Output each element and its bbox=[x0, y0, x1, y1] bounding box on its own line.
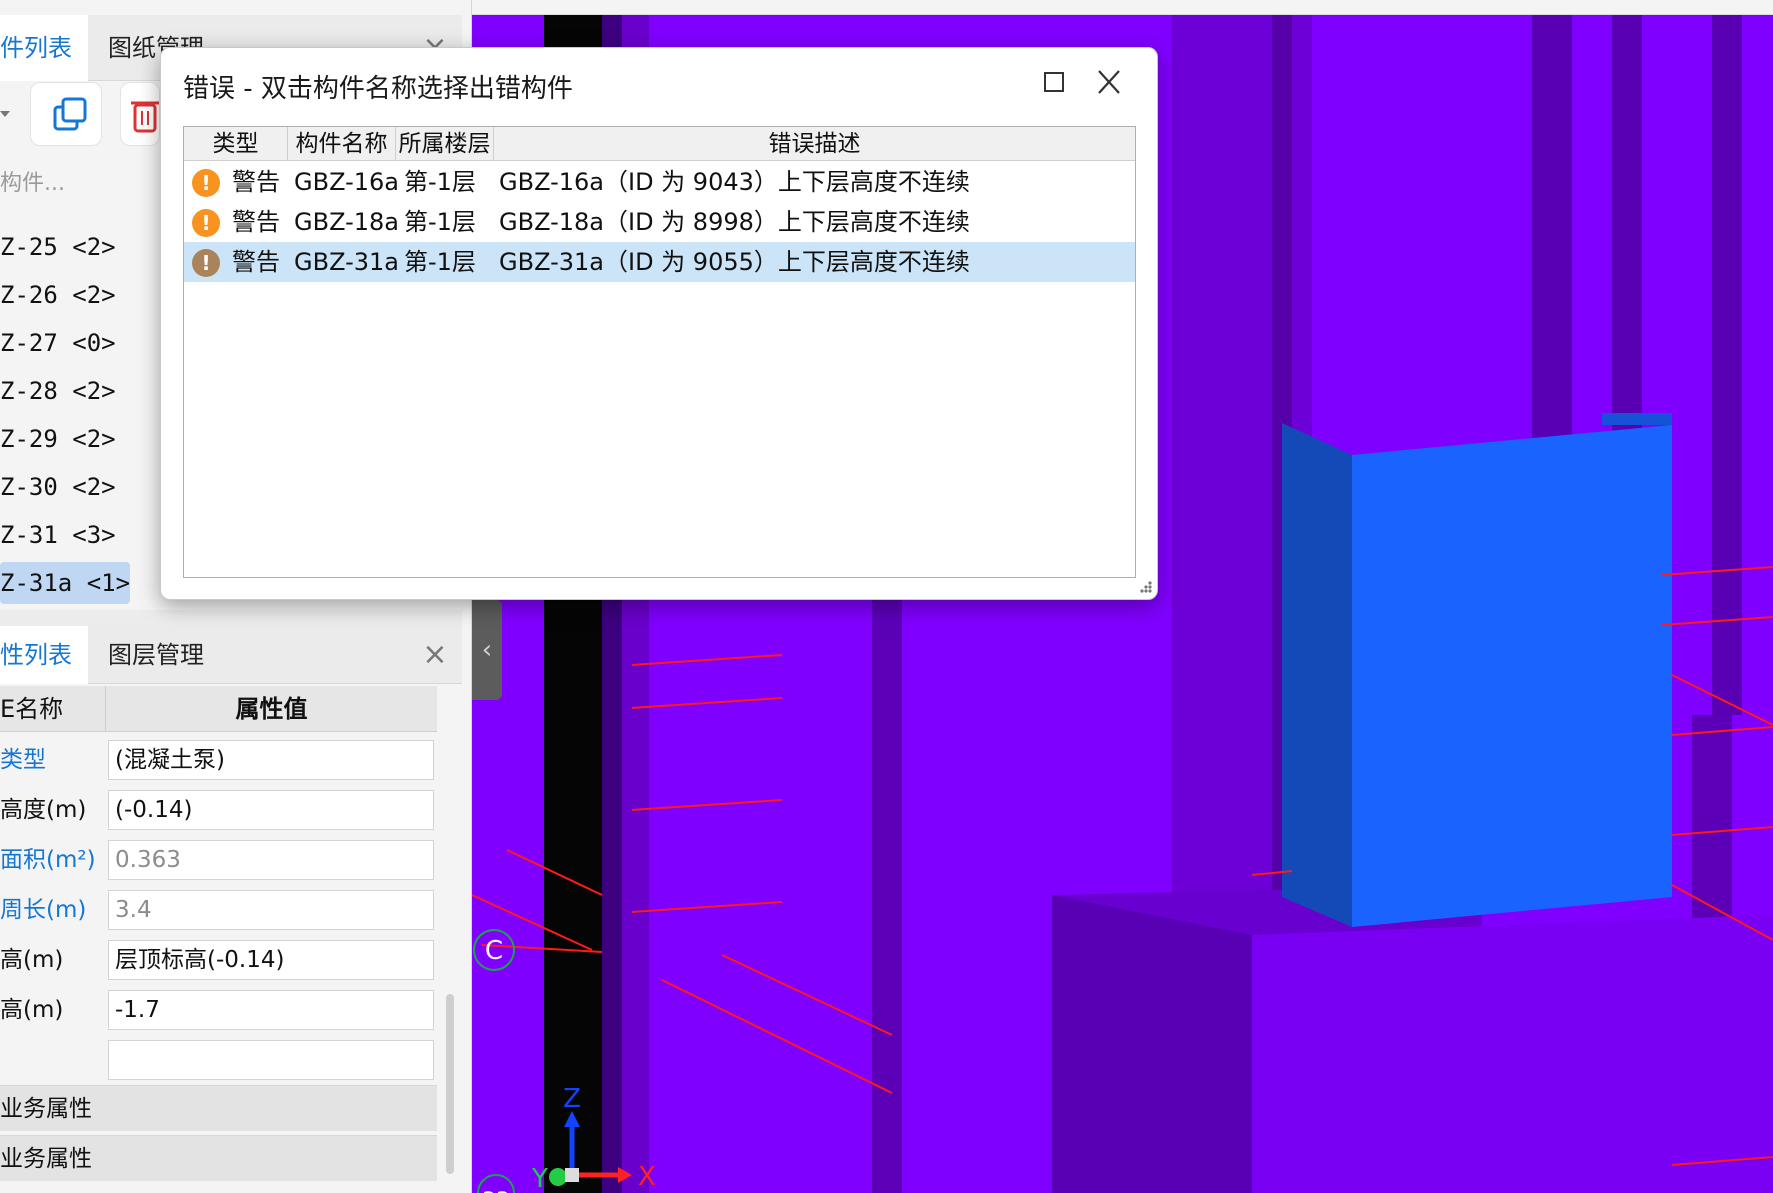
dropdown-arrow-icon[interactable] bbox=[0, 106, 12, 120]
tab-property-list[interactable]: 性列表 bbox=[0, 626, 88, 684]
property-name: 高(m) bbox=[0, 947, 64, 973]
axis-x-label: X bbox=[638, 1162, 656, 1192]
delete-button[interactable] bbox=[120, 82, 160, 146]
axis-label-c: C bbox=[485, 936, 503, 966]
axis-label-33: 33 bbox=[482, 1189, 510, 1193]
property-value-field[interactable] bbox=[108, 1040, 434, 1080]
selected-column-top bbox=[1602, 413, 1672, 425]
warning-icon: ! bbox=[192, 169, 220, 197]
table-row[interactable]: ! 警告 GBZ-18a 第-1层 GBZ-18a（ID 为 8998）上下层高… bbox=[184, 202, 1135, 242]
wall-strip bbox=[1532, 15, 1572, 445]
warning-icon: ! bbox=[192, 249, 220, 277]
property-value-field[interactable]: 层顶标高(-0.14) bbox=[108, 940, 434, 980]
cell-name: GBZ-18a bbox=[294, 208, 399, 236]
cell-name: GBZ-31a bbox=[294, 248, 399, 276]
error-table-header: 类型 构件名称 所属楼层 错误描述 bbox=[184, 127, 1135, 161]
property-table-header: E名称 属性值 bbox=[0, 686, 437, 732]
copy-button[interactable] bbox=[30, 82, 102, 146]
property-group-business[interactable]: 业务属性 bbox=[0, 1085, 437, 1131]
list-item[interactable]: Z-27 <0> bbox=[0, 322, 116, 364]
list-item[interactable]: Z-31 <3> bbox=[0, 514, 116, 556]
property-value-field: 3.4 bbox=[108, 890, 434, 930]
property-value-field[interactable]: (-0.14) bbox=[108, 790, 434, 830]
property-name: 高(m) bbox=[0, 997, 64, 1023]
property-name: 高度(m) bbox=[0, 797, 87, 823]
property-name: 面积(m²) bbox=[0, 847, 96, 873]
maximize-icon bbox=[1044, 72, 1064, 92]
property-row: 高(m) -1.7 bbox=[0, 985, 437, 1035]
column-header-description[interactable]: 错误描述 bbox=[494, 127, 1135, 161]
property-name: 类型 bbox=[0, 747, 46, 773]
list-item[interactable]: Z-25 <2> bbox=[0, 226, 116, 268]
table-row[interactable]: ! 警告 GBZ-16a 第-1层 GBZ-16a（ID 为 9043）上下层高… bbox=[184, 162, 1135, 202]
close-icon bbox=[1098, 70, 1120, 94]
list-item[interactable]: Z-28 <2> bbox=[0, 370, 116, 412]
list-item[interactable]: Z-30 <2> bbox=[0, 466, 116, 508]
cell-floor: 第-1层 bbox=[404, 208, 476, 236]
cell-description: GBZ-18a（ID 为 8998）上下层高度不连续 bbox=[499, 208, 970, 236]
property-row: 高(m) 层顶标高(-0.14) bbox=[0, 935, 437, 985]
axis-z-label: Z bbox=[563, 1084, 581, 1114]
cell-description: GBZ-16a（ID 为 9043）上下层高度不连续 bbox=[499, 168, 970, 196]
cell-description: GBZ-31a（ID 为 9055）上下层高度不连续 bbox=[499, 248, 970, 276]
list-item[interactable]: Z-26 <2> bbox=[0, 274, 116, 316]
app-window: 件列表 图纸管理 × bbox=[0, 0, 1773, 1193]
cell-name: GBZ-16a bbox=[294, 168, 399, 196]
panel-splitter[interactable] bbox=[0, 610, 462, 626]
table-row-selected[interactable]: ! 警告 GBZ-31a 第-1层 GBZ-31a（ID 为 9055）上下层高… bbox=[184, 242, 1135, 282]
property-value-field: 0.363 bbox=[108, 840, 434, 880]
tab-layer-management[interactable]: 图层管理 bbox=[108, 626, 228, 684]
error-dialog: 错误 - 双击构件名称选择出错构件 类型 构件名称 所属楼层 错误描述 ! 警告 bbox=[160, 47, 1158, 600]
close-icon[interactable]: × bbox=[420, 640, 450, 670]
property-row: 面积(m²) 0.363 bbox=[0, 835, 437, 885]
list-item-selected[interactable]: Z-31a <1> bbox=[0, 562, 130, 604]
column-header-name[interactable]: 构件名称 bbox=[288, 127, 396, 161]
panel-collapse-handle[interactable]: ‹ bbox=[472, 600, 502, 700]
cell-floor: 第-1层 bbox=[404, 248, 476, 276]
property-tabbar: 性列表 图层管理 × bbox=[0, 626, 462, 684]
column-header-value: 属性值 bbox=[235, 695, 308, 723]
column-header-type[interactable]: 类型 bbox=[184, 127, 288, 161]
list-item[interactable]: Z-29 <2> bbox=[0, 418, 116, 460]
close-button[interactable] bbox=[1085, 62, 1133, 102]
property-row: 类型 (混凝土泵) bbox=[0, 735, 437, 785]
floor-block bbox=[1052, 895, 1252, 1193]
error-table: 类型 构件名称 所属楼层 错误描述 ! 警告 GBZ-16a 第-1层 GBZ-… bbox=[183, 126, 1136, 578]
trash-icon bbox=[131, 101, 159, 133]
cell-type: 警告 bbox=[232, 248, 280, 276]
cell-floor: 第-1层 bbox=[404, 168, 476, 196]
property-value-field[interactable]: -1.7 bbox=[108, 990, 434, 1030]
warning-icon: ! bbox=[192, 209, 220, 237]
column-header-floor[interactable]: 所属楼层 bbox=[396, 127, 494, 161]
wall-strip bbox=[1712, 15, 1742, 715]
property-name bbox=[0, 1035, 106, 1085]
property-row bbox=[0, 1035, 437, 1085]
property-row: 高度(m) (-0.14) bbox=[0, 785, 437, 835]
axis-y-label: Y bbox=[531, 1164, 548, 1193]
property-value-field[interactable]: (混凝土泵) bbox=[108, 740, 434, 780]
cell-type: 警告 bbox=[232, 208, 280, 236]
property-name: 周长(m) bbox=[0, 897, 87, 923]
property-row: 周长(m) 3.4 bbox=[0, 885, 437, 935]
selected-column-side bbox=[1282, 423, 1352, 927]
dialog-title: 错误 - 双击构件名称选择出错构件 bbox=[183, 74, 573, 104]
floor-block bbox=[1252, 915, 1773, 1193]
copy-icon bbox=[53, 97, 87, 131]
resize-grip-icon[interactable] bbox=[1137, 579, 1153, 595]
property-group-business[interactable]: 业务属性 bbox=[0, 1135, 437, 1181]
tab-component-list[interactable]: 件列表 bbox=[0, 15, 88, 81]
cell-type: 警告 bbox=[232, 168, 280, 196]
maximize-button[interactable] bbox=[1029, 62, 1077, 102]
column-header-name: E名称 bbox=[0, 686, 106, 732]
wall-strip bbox=[872, 595, 902, 1193]
selected-column-front bbox=[1352, 425, 1672, 927]
property-scrollbar[interactable] bbox=[446, 994, 454, 1174]
